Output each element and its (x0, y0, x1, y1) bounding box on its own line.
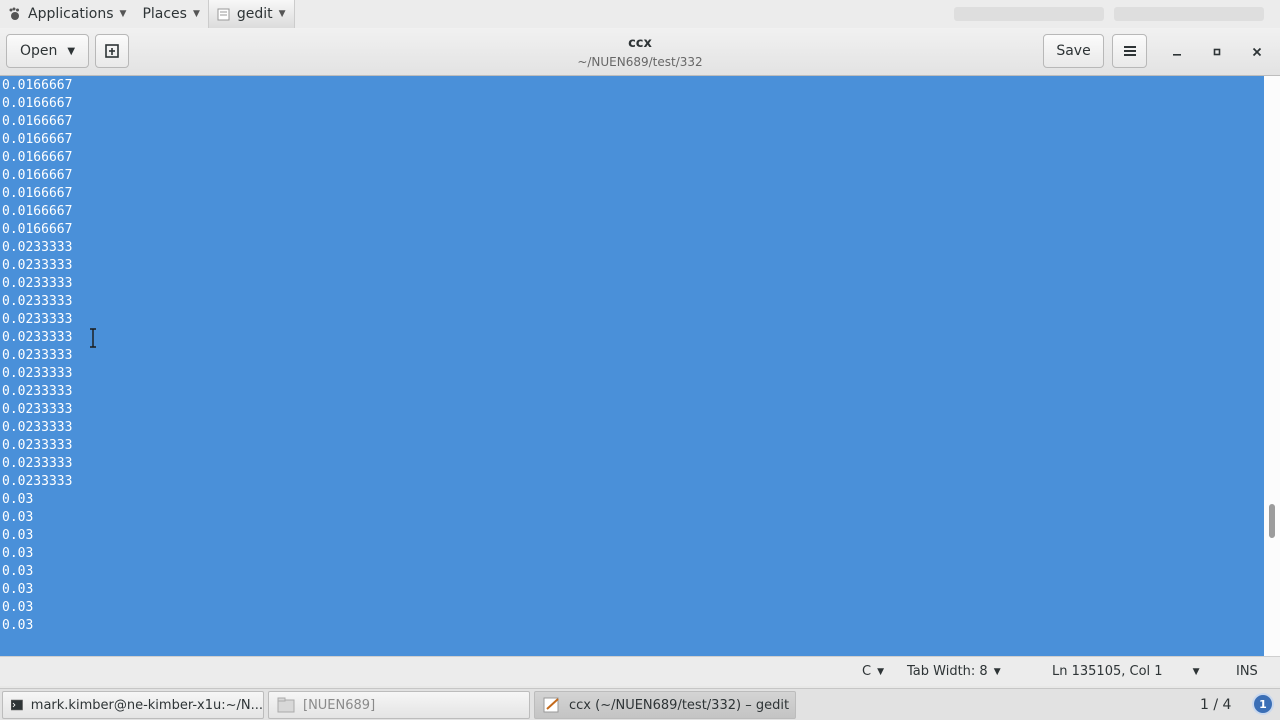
chevron-down-icon: ▼ (67, 45, 76, 57)
scrollbar-thumb[interactable] (1269, 504, 1275, 538)
document-title: ccx (628, 36, 652, 51)
text-line: 0.03 (2, 582, 34, 597)
taskbar-label: ccx (~/NUEN689/test/332) – gedit (569, 697, 790, 713)
text-line: 0.0233333 (2, 258, 73, 273)
taskbar: mark.kimber@ne-kimber-x1u:~/N... [NUEN68… (0, 688, 1280, 720)
folder-icon (277, 697, 295, 713)
maximize-button[interactable] (1205, 40, 1229, 64)
terminal-icon (11, 699, 23, 711)
blurred-clock (1114, 7, 1264, 21)
taskbar-label: [NUEN689] (303, 697, 376, 713)
new-tab-button[interactable] (95, 34, 129, 68)
text-line: 0.0233333 (2, 384, 73, 399)
app-menu[interactable]: gedit ▼ (207, 0, 295, 28)
open-button[interactable]: Open ▼ (6, 34, 89, 68)
tab-width-label: Tab Width: 8 (907, 664, 988, 679)
places-label: Places (142, 6, 187, 22)
close-icon (1252, 47, 1262, 57)
text-line: 0.03 (2, 546, 34, 561)
header-bar: Open ▼ ccx ~/NUEN689/test/332 Save (0, 28, 1280, 76)
taskbar-item-terminal[interactable]: mark.kimber@ne-kimber-x1u:~/N... (2, 691, 264, 719)
text-line: 0.0166667 (2, 204, 73, 219)
language-label: C (862, 664, 872, 679)
cursor-position-selector[interactable]: Ln 135105, Col 1 ▼ (1052, 664, 1199, 679)
insert-mode-label: INS (1236, 664, 1258, 679)
text-line: 0.0233333 (2, 276, 73, 291)
text-line: 0.0166667 (2, 150, 73, 165)
text-line: 0.0233333 (2, 366, 73, 381)
text-line: 0.03 (2, 618, 34, 633)
text-line: 0.0166667 (2, 114, 73, 129)
taskbar-item-files[interactable]: [NUEN689] (268, 691, 530, 719)
panel-status-area (954, 7, 1280, 21)
text-line: 0.03 (2, 600, 34, 615)
text-line: 0.0233333 (2, 456, 73, 471)
status-bar: C ▼ Tab Width: 8 ▼ Ln 135105, Col 1 ▼ IN… (0, 656, 1280, 686)
blurred-status (954, 7, 1104, 21)
editor-view[interactable]: 0.0166667 0.0166667 0.0166667 0.0166667 0.01… (0, 76, 1280, 656)
text-line: 0.0233333 (2, 474, 73, 489)
text-line: 0.0233333 (2, 438, 73, 453)
chevron-down-icon: ▼ (278, 9, 286, 19)
text-line: 0.0233333 (2, 420, 73, 435)
app-label: gedit (236, 6, 273, 22)
minimize-icon (1173, 54, 1181, 56)
text-line: 0.0166667 (2, 96, 73, 111)
chevron-down-icon: ▼ (192, 9, 200, 19)
menu-button[interactable] (1112, 34, 1147, 68)
top-panel: Applications ▼ Places ▼ gedit ▼ (0, 0, 1280, 28)
taskbar-item-gedit[interactable]: ccx (~/NUEN689/test/332) – gedit (534, 691, 796, 719)
chevron-down-icon: ▼ (993, 666, 1001, 677)
chevron-down-icon: ▼ (877, 666, 884, 677)
text-line: 0.03 (2, 528, 34, 543)
text-line: 0.0166667 (2, 186, 73, 201)
taskbar-label: mark.kimber@ne-kimber-x1u:~/N... (30, 697, 263, 713)
open-label: Open (19, 43, 58, 59)
text-line: 0.03 (2, 510, 34, 525)
gnome-foot-icon (9, 7, 19, 20)
document-path: ~/NUEN689/test/332 (577, 55, 703, 69)
text-line: 0.03 (2, 564, 34, 579)
chevron-down-icon: ▼ (119, 9, 127, 19)
text-line: 0.0166667 (2, 78, 73, 93)
language-selector[interactable]: C ▼ (862, 664, 884, 679)
text-line: 0.0166667 (2, 132, 73, 147)
cursor-position-label: Ln 135105, Col 1 (1052, 664, 1163, 679)
text-line: 0.0233333 (2, 294, 73, 309)
places-menu[interactable]: Places ▼ (134, 0, 207, 28)
close-button[interactable] (1245, 40, 1269, 64)
insert-mode: INS (1236, 664, 1258, 679)
applications-menu[interactable]: Applications ▼ (0, 0, 134, 28)
tab-width-selector[interactable]: Tab Width: 8 ▼ (907, 664, 1001, 679)
chevron-down-icon: ▼ (1192, 666, 1200, 677)
text-line: 0.0233333 (2, 402, 73, 417)
workspace-indicator[interactable]: 1 / 4 (1200, 697, 1231, 713)
applications-label: Applications (28, 6, 114, 22)
hamburger-icon (1123, 46, 1136, 56)
text-line: 0.0233333 (2, 330, 73, 345)
text-line: 0.0166667 (2, 168, 73, 183)
text-line: 0.0166667 (2, 222, 73, 237)
maximize-icon (1213, 48, 1221, 56)
text-line: 0.0233333 (2, 312, 73, 327)
gedit-icon (217, 8, 230, 21)
gedit-icon (543, 697, 559, 713)
save-button[interactable]: Save (1043, 34, 1104, 68)
minimize-button[interactable] (1165, 40, 1189, 64)
notification-icon[interactable]: 1 (1252, 693, 1274, 715)
text-line: 0.0233333 (2, 348, 73, 363)
text-line: 0.03 (2, 492, 34, 507)
new-document-icon (105, 44, 119, 58)
text-cursor-icon (90, 328, 96, 348)
text-line: 0.0233333 (2, 240, 73, 255)
vertical-scrollbar[interactable] (1264, 76, 1280, 656)
window-title: ccx ~/NUEN689/test/332 (440, 36, 840, 69)
text-area-selected[interactable]: 0.0166667 0.0166667 0.0166667 0.0166667 0.01… (0, 76, 1264, 656)
